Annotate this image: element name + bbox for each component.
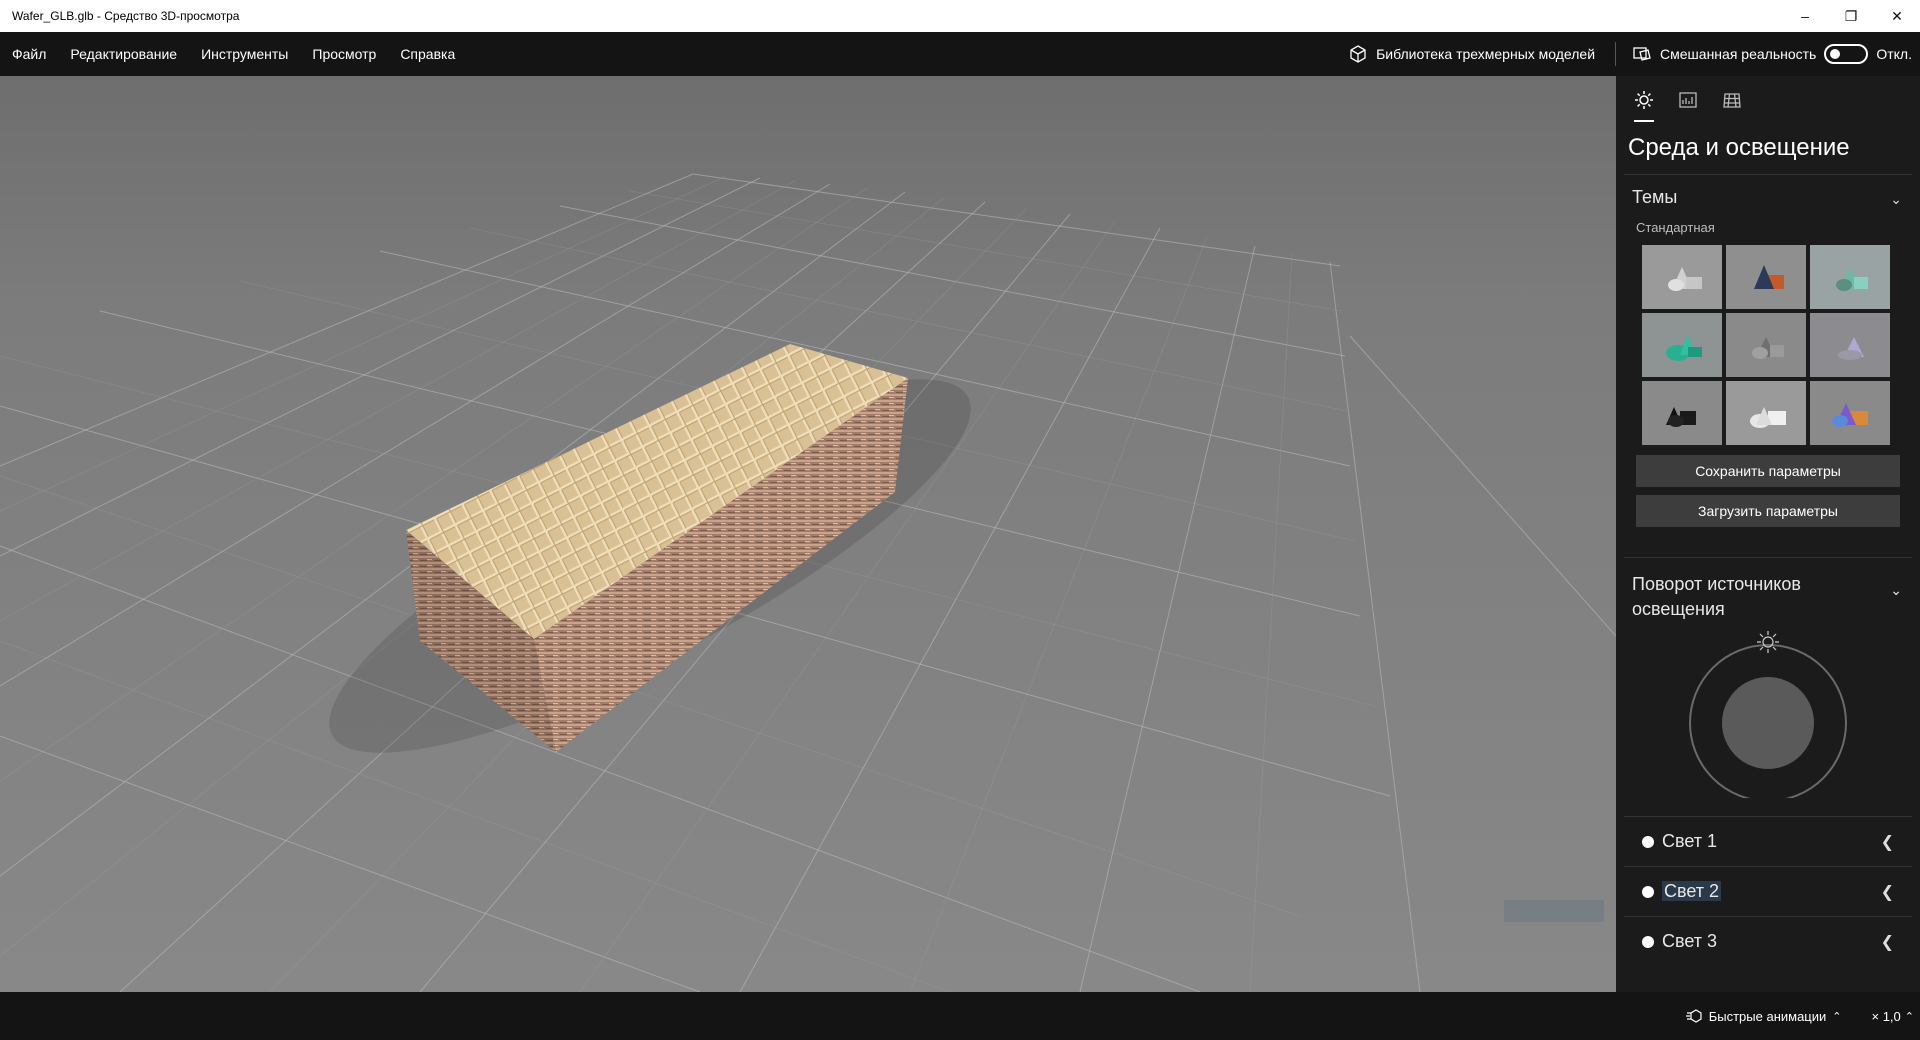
menu-help[interactable]: Справка bbox=[388, 32, 467, 76]
drag-ghost-tooltip bbox=[1504, 900, 1604, 922]
stats-icon bbox=[1679, 92, 1697, 108]
panel-title: Среда и освещение bbox=[1628, 134, 1850, 161]
theme-tile-4[interactable] bbox=[1642, 313, 1722, 377]
mixed-reality-toggle[interactable] bbox=[1824, 44, 1869, 64]
quick-animations-label: Быстрые анимации bbox=[1708, 1008, 1827, 1024]
chevron-down-icon: ⌄ bbox=[1890, 191, 1902, 207]
light-label-wrap: Свет 2 bbox=[1662, 881, 1881, 902]
themes-grid bbox=[1616, 235, 1920, 445]
3d-library-label: Библиотека трехмерных моделей bbox=[1376, 46, 1596, 62]
3d-library-button[interactable]: Библиотека трехмерных моделей bbox=[1332, 32, 1611, 76]
theme-tile-6[interactable] bbox=[1810, 313, 1890, 377]
mixed-reality-control[interactable]: Смешанная реальность Откл. bbox=[1620, 32, 1920, 76]
playback-speed-value: × 1,0 bbox=[1871, 1008, 1901, 1024]
save-settings-button[interactable]: Сохранить параметры bbox=[1636, 455, 1900, 487]
themes-subheading: Стандартная bbox=[1636, 220, 1715, 235]
chevron-down-icon: ⌄ bbox=[1890, 582, 1902, 598]
light-rotation-dial[interactable] bbox=[1688, 631, 1848, 798]
chevron-up-icon: ⌃ bbox=[1904, 1010, 1914, 1023]
menu-file[interactable]: Файл bbox=[0, 32, 58, 76]
minimize-button[interactable]: – bbox=[1782, 0, 1828, 32]
theme-tile-1[interactable] bbox=[1642, 245, 1722, 309]
theme-tile-3[interactable] bbox=[1810, 245, 1890, 309]
menu-separator bbox=[1615, 42, 1617, 66]
chevron-left-icon: ❮ bbox=[1880, 833, 1894, 851]
animation-icon bbox=[1685, 1009, 1702, 1023]
cube-icon bbox=[1350, 45, 1366, 63]
themes-heading: Темы bbox=[1632, 187, 1678, 207]
panel-tabs bbox=[1616, 76, 1920, 124]
sun-icon bbox=[1635, 91, 1653, 109]
load-settings-button[interactable]: Загрузить параметры bbox=[1636, 495, 1900, 527]
toggle-knob bbox=[1830, 49, 1841, 59]
light-item-3[interactable]: Свет 3 ❮ bbox=[1624, 916, 1912, 966]
environment-panel: Среда и освещение Темы ⌄ Стандартная Сох… bbox=[1616, 76, 1920, 992]
chevron-up-icon: ⌃ bbox=[1832, 1010, 1842, 1023]
grid-icon bbox=[1723, 93, 1741, 108]
light-indicator bbox=[1642, 835, 1654, 848]
theme-tile-8[interactable] bbox=[1726, 381, 1806, 445]
light-item-1[interactable]: Свет 1 ❮ bbox=[1624, 816, 1912, 866]
themes-section-header[interactable]: Темы ⌄ bbox=[1616, 175, 1920, 208]
theme-tile-9[interactable] bbox=[1810, 381, 1890, 445]
3d-viewport[interactable] bbox=[0, 76, 1616, 992]
theme-tile-2[interactable] bbox=[1726, 245, 1806, 309]
mixed-reality-icon bbox=[1633, 47, 1651, 61]
restore-button[interactable]: ❐ bbox=[1828, 0, 1874, 32]
quick-animations-button[interactable]: Быстрые анимации ⌃ bbox=[1685, 1008, 1872, 1024]
light-item-2[interactable]: Свет 2 ❮ bbox=[1624, 866, 1912, 916]
light-label: Свет 2 bbox=[1662, 881, 1722, 901]
close-button[interactable]: ✕ bbox=[1874, 0, 1920, 32]
light-indicator bbox=[1642, 885, 1654, 898]
menu-tools[interactable]: Инструменты bbox=[189, 32, 300, 76]
chevron-left-icon: ❮ bbox=[1880, 933, 1894, 951]
tab-statistics[interactable] bbox=[1668, 76, 1708, 124]
menu-edit[interactable]: Редактирование bbox=[58, 32, 189, 76]
mixed-reality-label: Смешанная реальность bbox=[1660, 46, 1817, 62]
sun-handle-icon[interactable] bbox=[1757, 631, 1779, 653]
theme-tile-5[interactable] bbox=[1726, 313, 1806, 377]
theme-tile-7[interactable] bbox=[1642, 381, 1722, 445]
light-label: Свет 1 bbox=[1662, 831, 1718, 851]
light-label: Свет 3 bbox=[1662, 931, 1718, 951]
title-bar: Wafer_GLB.glb - Средство 3D-просмотра – … bbox=[0, 0, 1920, 32]
tab-environment[interactable] bbox=[1624, 76, 1664, 124]
chevron-left-icon: ❮ bbox=[1880, 883, 1894, 901]
mixed-reality-state: Откл. bbox=[1876, 46, 1912, 62]
menu-view[interactable]: Просмотр bbox=[300, 32, 388, 76]
menu-bar: Файл Редактирование Инструменты Просмотр… bbox=[0, 32, 1920, 76]
playback-speed-button[interactable]: × 1,0 ⌃ bbox=[1872, 1009, 1920, 1024]
light-indicator bbox=[1642, 935, 1654, 948]
status-bar: Быстрые анимации ⌃ × 1,0 ⌃ bbox=[0, 992, 1920, 1040]
tab-mesh[interactable] bbox=[1712, 76, 1752, 124]
window-title: Wafer_GLB.glb - Средство 3D-просмотра bbox=[12, 9, 240, 23]
scene-canvas bbox=[0, 76, 1616, 992]
light-rotation-header[interactable]: Поворот источников освещения ⌄ bbox=[1616, 558, 1920, 622]
light-rotation-heading: Поворот источников освещения bbox=[1632, 574, 1801, 619]
